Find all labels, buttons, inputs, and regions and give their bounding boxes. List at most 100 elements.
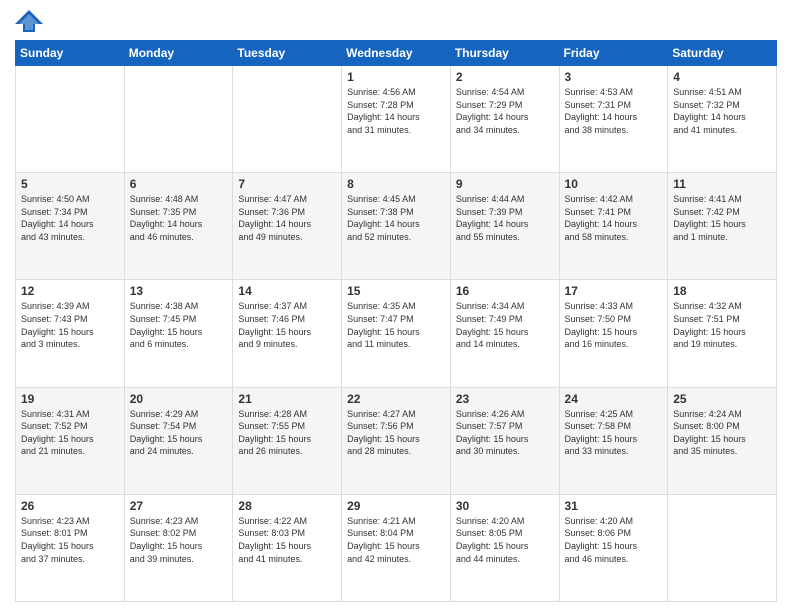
day-info: Sunrise: 4:23 AM Sunset: 8:01 PM Dayligh… (21, 516, 94, 564)
day-number: 21 (238, 392, 336, 406)
calendar-cell (233, 66, 342, 173)
calendar-week-row: 1 Sunrise: 4:56 AM Sunset: 7:28 PM Daylig… (16, 66, 777, 173)
day-info: Sunrise: 4:37 AM Sunset: 7:46 PM Dayligh… (238, 301, 311, 349)
calendar-header-wednesday: Wednesday (342, 41, 451, 66)
day-number: 15 (347, 284, 445, 298)
calendar-cell: 30Sunrise: 4:20 AM Sunset: 8:05 PM Dayli… (450, 494, 559, 601)
day-info: Sunrise: 4:20 AM Sunset: 8:05 PM Dayligh… (456, 516, 529, 564)
calendar-cell: 5 Sunrise: 4:50 AM Sunset: 7:34 PM Daylig… (16, 173, 125, 280)
day-info: Sunrise: 4:56 AM Sunset: 7:28 PM Dayligh… (347, 87, 420, 135)
calendar-cell: 16 Sunrise: 4:34 AM Sunset: 7:49 PM Dayli… (450, 280, 559, 387)
day-number: 31 (565, 499, 663, 513)
day-number: 16 (456, 284, 554, 298)
day-info: Sunrise: 4:29 AM Sunset: 7:54 PM Dayligh… (130, 409, 203, 457)
calendar-table: SundayMondayTuesdayWednesdayThursdayFrid… (15, 40, 777, 602)
calendar-cell: 24 Sunrise: 4:25 AM Sunset: 7:58 PM Dayli… (559, 387, 668, 494)
day-info: Sunrise: 4:22 AM Sunset: 8:03 PM Dayligh… (238, 516, 311, 564)
calendar-cell: 23 Sunrise: 4:26 AM Sunset: 7:57 PM Dayli… (450, 387, 559, 494)
calendar-cell: 27 Sunrise: 4:23 AM Sunset: 8:02 PM Dayli… (124, 494, 233, 601)
day-number: 4 (673, 70, 771, 84)
day-number: 8 (347, 177, 445, 191)
calendar-cell: 31 Sunrise: 4:20 AM Sunset: 8:06 PM Dayli… (559, 494, 668, 601)
day-number: 19 (21, 392, 119, 406)
calendar-cell: 21 Sunrise: 4:28 AM Sunset: 7:55 PM Dayli… (233, 387, 342, 494)
day-number: 17 (565, 284, 663, 298)
calendar-cell: 12 Sunrise: 4:39 AM Sunset: 7:43 PM Dayli… (16, 280, 125, 387)
calendar-header-thursday: Thursday (450, 41, 559, 66)
calendar-cell (668, 494, 777, 601)
day-info: Sunrise: 4:31 AM Sunset: 7:52 PM Dayligh… (21, 409, 94, 457)
calendar-cell (16, 66, 125, 173)
calendar-cell: 13 Sunrise: 4:38 AM Sunset: 7:45 PM Dayli… (124, 280, 233, 387)
page: SundayMondayTuesdayWednesdayThursdayFrid… (0, 0, 792, 612)
calendar-week-row: 5 Sunrise: 4:50 AM Sunset: 7:34 PM Daylig… (16, 173, 777, 280)
day-info: Sunrise: 4:41 AM Sunset: 7:42 PM Dayligh… (673, 194, 746, 242)
day-number: 24 (565, 392, 663, 406)
calendar-cell: 15 Sunrise: 4:35 AM Sunset: 7:47 PM Dayli… (342, 280, 451, 387)
calendar-week-row: 12 Sunrise: 4:39 AM Sunset: 7:43 PM Dayli… (16, 280, 777, 387)
calendar-header-sunday: Sunday (16, 41, 125, 66)
day-number: 3 (565, 70, 663, 84)
calendar-header-friday: Friday (559, 41, 668, 66)
calendar-header-monday: Monday (124, 41, 233, 66)
day-number: 1 (347, 70, 445, 84)
calendar-cell: 2 Sunrise: 4:54 AM Sunset: 7:29 PM Daylig… (450, 66, 559, 173)
day-info: Sunrise: 4:26 AM Sunset: 7:57 PM Dayligh… (456, 409, 529, 457)
day-info: Sunrise: 4:33 AM Sunset: 7:50 PM Dayligh… (565, 301, 638, 349)
day-number: 9 (456, 177, 554, 191)
day-info: Sunrise: 4:28 AM Sunset: 7:55 PM Dayligh… (238, 409, 311, 457)
day-info: Sunrise: 4:51 AM Sunset: 7:32 PM Dayligh… (673, 87, 746, 135)
day-number: 11 (673, 177, 771, 191)
calendar-cell: 14 Sunrise: 4:37 AM Sunset: 7:46 PM Dayli… (233, 280, 342, 387)
logo (15, 10, 47, 32)
day-number: 23 (456, 392, 554, 406)
calendar-header-row: SundayMondayTuesdayWednesdayThursdayFrid… (16, 41, 777, 66)
day-number: 13 (130, 284, 228, 298)
day-info: Sunrise: 4:38 AM Sunset: 7:45 PM Dayligh… (130, 301, 203, 349)
calendar-cell: 28Sunrise: 4:22 AM Sunset: 8:03 PM Dayli… (233, 494, 342, 601)
day-info: Sunrise: 4:23 AM Sunset: 8:02 PM Dayligh… (130, 516, 203, 564)
day-info: Sunrise: 4:20 AM Sunset: 8:06 PM Dayligh… (565, 516, 638, 564)
day-number: 27 (130, 499, 228, 513)
day-info: Sunrise: 4:34 AM Sunset: 7:49 PM Dayligh… (456, 301, 529, 349)
header (15, 10, 777, 32)
day-info: Sunrise: 4:54 AM Sunset: 7:29 PM Dayligh… (456, 87, 529, 135)
day-info: Sunrise: 4:24 AM Sunset: 8:00 PM Dayligh… (673, 409, 746, 457)
day-info: Sunrise: 4:42 AM Sunset: 7:41 PM Dayligh… (565, 194, 638, 242)
calendar-header-tuesday: Tuesday (233, 41, 342, 66)
calendar-cell: 11 Sunrise: 4:41 AM Sunset: 7:42 PM Dayli… (668, 173, 777, 280)
day-number: 5 (21, 177, 119, 191)
calendar-week-row: 19 Sunrise: 4:31 AM Sunset: 7:52 PM Dayli… (16, 387, 777, 494)
calendar-cell: 22 Sunrise: 4:27 AM Sunset: 7:56 PM Dayli… (342, 387, 451, 494)
day-number: 22 (347, 392, 445, 406)
calendar-cell: 20 Sunrise: 4:29 AM Sunset: 7:54 PM Dayli… (124, 387, 233, 494)
calendar-cell: 1 Sunrise: 4:56 AM Sunset: 7:28 PM Daylig… (342, 66, 451, 173)
day-number: 10 (565, 177, 663, 191)
day-info: Sunrise: 4:53 AM Sunset: 7:31 PM Dayligh… (565, 87, 638, 135)
logo-icon (15, 10, 43, 32)
day-number: 7 (238, 177, 336, 191)
calendar-cell: 3 Sunrise: 4:53 AM Sunset: 7:31 PM Daylig… (559, 66, 668, 173)
day-info: Sunrise: 4:35 AM Sunset: 7:47 PM Dayligh… (347, 301, 420, 349)
day-number: 2 (456, 70, 554, 84)
day-info: Sunrise: 4:45 AM Sunset: 7:38 PM Dayligh… (347, 194, 420, 242)
calendar-cell: 19 Sunrise: 4:31 AM Sunset: 7:52 PM Dayli… (16, 387, 125, 494)
calendar-cell: 4 Sunrise: 4:51 AM Sunset: 7:32 PM Daylig… (668, 66, 777, 173)
calendar-cell: 10 Sunrise: 4:42 AM Sunset: 7:41 PM Dayli… (559, 173, 668, 280)
day-info: Sunrise: 4:50 AM Sunset: 7:34 PM Dayligh… (21, 194, 94, 242)
day-info: Sunrise: 4:48 AM Sunset: 7:35 PM Dayligh… (130, 194, 203, 242)
calendar-cell: 17 Sunrise: 4:33 AM Sunset: 7:50 PM Dayli… (559, 280, 668, 387)
day-number: 18 (673, 284, 771, 298)
day-info: Sunrise: 4:25 AM Sunset: 7:58 PM Dayligh… (565, 409, 638, 457)
day-info: Sunrise: 4:44 AM Sunset: 7:39 PM Dayligh… (456, 194, 529, 242)
day-info: Sunrise: 4:39 AM Sunset: 7:43 PM Dayligh… (21, 301, 94, 349)
calendar-cell: 29Sunrise: 4:21 AM Sunset: 8:04 PM Dayli… (342, 494, 451, 601)
calendar-cell: 6 Sunrise: 4:48 AM Sunset: 7:35 PM Daylig… (124, 173, 233, 280)
day-number: 14 (238, 284, 336, 298)
day-info: Sunrise: 4:27 AM Sunset: 7:56 PM Dayligh… (347, 409, 420, 457)
day-info: Sunrise: 4:32 AM Sunset: 7:51 PM Dayligh… (673, 301, 746, 349)
calendar-week-row: 26Sunrise: 4:23 AM Sunset: 8:01 PM Dayli… (16, 494, 777, 601)
day-number: 12 (21, 284, 119, 298)
day-number: 6 (130, 177, 228, 191)
day-number: 20 (130, 392, 228, 406)
